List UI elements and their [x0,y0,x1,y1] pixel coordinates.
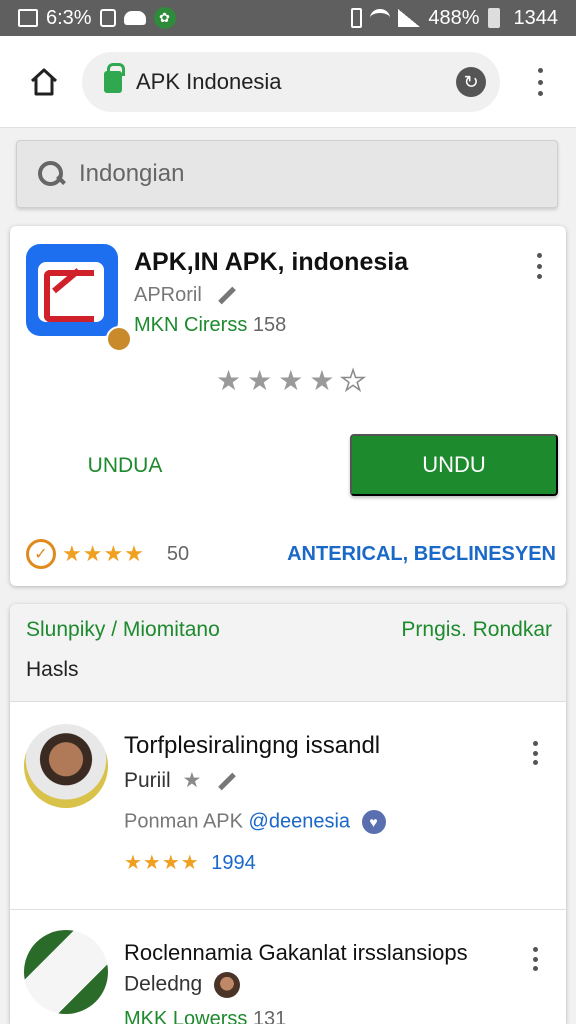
lock-icon [104,63,125,93]
star-icon: ★ [182,769,202,792]
menu-dot [532,947,538,952]
browser-toolbar: APK Indonesia ↻ [0,36,576,128]
wifi-icon [370,9,391,27]
developer-name: APRoril [134,284,202,306]
image-notification-icon [18,9,38,27]
category-count: 131 [252,1008,287,1024]
url-text: APK Indonesia [136,69,282,94]
translate-icon[interactable]: ↻ [456,67,486,97]
browser-menu-button[interactable] [524,64,556,100]
rating-stars: ★★★★ [124,852,200,874]
menu-dot [537,91,543,96]
menu-dot [532,741,538,746]
star-outline-icon[interactable]: ★ [340,364,367,397]
address-bar[interactable]: APK Indonesia ↻ [82,52,500,112]
app-developer: APRoril [134,284,237,307]
status-left-text: 6:3% [46,6,92,29]
star-icon[interactable]: ★ [216,364,241,397]
status-bar: 6:3% ✿ 488% 1344 [0,0,576,36]
signal-icon [398,9,421,27]
badge-icon [106,326,132,352]
list-header: Slunpiky / Miomitano Prngis. Rondkar Has… [10,604,566,702]
status-right: 488% 1344 [351,7,558,30]
menu-dot [537,68,543,73]
menu-dot [536,263,542,269]
menu-dot [532,956,538,962]
star-icon[interactable]: ★ [309,364,334,397]
list-header-subtitle: Hasls [26,658,79,681]
list-item-menu-button[interactable] [528,944,542,974]
list-item-rating: ★★★★ 1994 [124,850,256,875]
menu-dot [536,253,542,258]
menu-dot [532,750,538,756]
battery-saver-icon [351,8,363,28]
pencil-icon [218,286,237,305]
list-item-menu-button[interactable] [528,738,542,768]
star-icon[interactable]: ★ [278,364,303,397]
menu-dot [537,79,543,85]
search-icon [37,160,65,188]
meta-count: 50 [166,542,190,565]
developer-handle[interactable]: @deenesia [249,810,350,832]
list-item-subtitle: Puriil ★ [124,768,237,793]
list-item-category: MKK Lowerss 131 [124,1008,286,1024]
list-item-developer: Ponman APK @deenesia ♥ [124,810,386,834]
list-header-left[interactable]: Slunpiky / Miomitano [26,618,220,642]
list-item[interactable]: Torfplesiralingng issandl Puriil ★ Ponma… [10,720,566,910]
app-icon[interactable] [26,244,132,352]
category-name: MKK Lowerss [124,1008,248,1024]
app-thumbnail [24,930,108,1014]
sim-icon [99,9,116,27]
star-icon[interactable]: ★ [247,364,272,397]
list-item[interactable]: Roclennamia Gakanlat irsslansiops Deledn… [10,926,566,1024]
app-title[interactable]: APK,IN APK, indonesia [134,248,408,277]
list-header-right[interactable]: Prngis. Rondkar [401,618,552,642]
battery-icon [487,8,500,28]
search-input[interactable]: Indongian [16,140,558,208]
menu-dot [532,760,538,765]
secondary-download-button[interactable]: UNDUA [50,434,200,498]
check-icon: ✓ [26,539,56,569]
search-value: Indongian [79,160,185,187]
list-item-subtitle: Deledng [124,972,241,998]
verified-icon: ♥ [361,810,386,834]
status-left: 6:3% ✿ [18,7,176,30]
home-icon [30,68,58,96]
list-item-title[interactable]: Torfplesiralingng issandl [124,732,380,760]
download-button[interactable]: UNDU [350,434,558,496]
app-category: MKN Cirerss 158 [134,314,286,337]
cloud-icon [123,11,146,25]
avatar [214,972,241,998]
category-name: MKN Cirerss [134,314,248,336]
rating-stars[interactable]: ★ ★ ★ ★ ★ [216,364,366,397]
home-button[interactable] [22,60,66,104]
app-meta-row: ✓ ★★★★ 50 ANTERICAL, BECLINESYEN [26,536,556,572]
category-count: 158 [252,314,287,336]
pencil-icon [218,772,237,791]
menu-dot [536,274,542,279]
list-item-title[interactable]: Roclennamia Gakanlat irsslansiops [124,940,468,966]
app-card-menu-button[interactable] [532,250,546,282]
clock: 1344 [513,6,559,29]
list-item-subtitle-text: Deledng [124,972,203,996]
app-card[interactable]: APK,IN APK, indonesia APRoril MKN Cirers… [10,226,566,586]
menu-dot [532,966,538,971]
rating-count: 1994 [211,852,256,874]
developer-name: Ponman APK [124,810,243,833]
meta-rating-stars: ★★★★ [62,541,145,566]
list-item-subtitle-text: Puriil [124,769,171,792]
meta-link[interactable]: ANTERICAL, BECLINESYEN [287,543,556,566]
leaf-icon: ✿ [153,7,176,29]
battery-percent: 488% [428,6,480,29]
app-list-section: Slunpiky / Miomitano Prngis. Rondkar Has… [10,604,566,1024]
avatar [24,724,108,808]
